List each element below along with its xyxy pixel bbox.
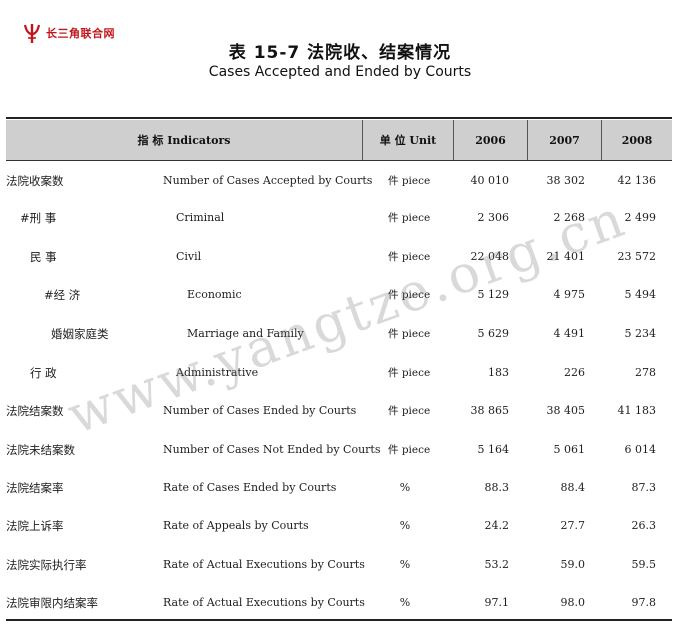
row-unit: % bbox=[399, 519, 411, 532]
row-label-en: Economic bbox=[187, 288, 242, 301]
table-row: 法院未结案数 Number of Cases Not Ended by Cour… bbox=[0, 440, 680, 460]
value-2006: 5 164 bbox=[477, 443, 510, 456]
table-title-cn: 表 15-7 法院收、结案情况 bbox=[228, 43, 452, 63]
row-unit: 件 piece bbox=[388, 444, 431, 456]
header-year-2008: 2008 bbox=[621, 133, 653, 147]
value-2006: 53.2 bbox=[484, 558, 510, 571]
row-unit: % bbox=[399, 481, 411, 494]
header-unit: 单 位 Unit bbox=[379, 134, 437, 147]
value-2006: 97.1 bbox=[484, 596, 510, 609]
row-label-en: Administrative bbox=[176, 366, 259, 379]
row-label-cn: 法院审限内结案率 bbox=[6, 596, 98, 610]
row-label-cn: #刑 事 bbox=[20, 211, 57, 225]
table-bottom-rule bbox=[6, 619, 672, 621]
table-top-rule bbox=[6, 117, 672, 119]
table-row: 法院审限内结案率 Rate of Actual Executions by Co… bbox=[0, 593, 680, 613]
value-2006: 5 629 bbox=[477, 327, 510, 340]
value-2006: 24.2 bbox=[484, 519, 510, 532]
row-label-en: Criminal bbox=[176, 211, 225, 224]
row-label-cn: 民 事 bbox=[30, 250, 57, 264]
value-2006: 88.3 bbox=[484, 481, 510, 494]
row-label-cn: #经 济 bbox=[44, 288, 81, 302]
row-label-en: Number of Cases Accepted by Courts bbox=[163, 174, 373, 187]
header-year-2006: 2006 bbox=[475, 133, 506, 147]
row-label-cn: 婚姻家庭类 bbox=[51, 327, 109, 341]
row-label-en: Civil bbox=[176, 250, 202, 263]
value-2007: 88.4 bbox=[560, 481, 586, 494]
value-2007: 226 bbox=[564, 366, 585, 379]
value-2008: 41 183 bbox=[617, 404, 657, 417]
value-2008: 5 494 bbox=[624, 288, 657, 301]
value-2007: 5 061 bbox=[553, 443, 586, 456]
row-label-en: Marriage and Family bbox=[187, 327, 304, 340]
row-label-cn: 法院实际执行率 bbox=[6, 558, 87, 572]
row-label-cn: 法院结案率 bbox=[6, 481, 64, 495]
value-2008: 97.8 bbox=[631, 596, 657, 609]
value-2007: 2 268 bbox=[553, 211, 586, 224]
row-unit: % bbox=[399, 558, 411, 571]
value-2007: 38 302 bbox=[546, 174, 586, 187]
value-2008: 278 bbox=[635, 366, 656, 379]
table-row: 法院结案率 Rate of Cases Ended by Courts % 88… bbox=[0, 478, 680, 498]
row-label-en: Number of Cases Ended by Courts bbox=[163, 404, 357, 417]
row-label-cn: 法院结案数 bbox=[6, 404, 64, 418]
value-2008: 2 499 bbox=[624, 211, 657, 224]
table-row: 民 事 Civil 件 piece 22 048 21 401 23 572 bbox=[0, 247, 680, 267]
row-label-en: Number of Cases Not Ended by Courts bbox=[163, 443, 381, 456]
row-unit: 件 piece bbox=[388, 367, 431, 379]
row-label-cn: 法院收案数 bbox=[6, 174, 64, 188]
row-label-en: Rate of Appeals by Courts bbox=[163, 519, 309, 532]
row-label-en: Rate of Actual Executions by Courts bbox=[163, 558, 365, 571]
value-2007: 4 491 bbox=[553, 327, 586, 340]
row-label-cn: 行 政 bbox=[30, 366, 57, 380]
row-label-cn: 法院上诉率 bbox=[6, 519, 64, 533]
value-2006: 183 bbox=[488, 366, 509, 379]
value-2007: 4 975 bbox=[553, 288, 586, 301]
table-header-rule bbox=[6, 160, 672, 161]
value-2007: 98.0 bbox=[560, 596, 586, 609]
value-2006: 2 306 bbox=[477, 211, 510, 224]
row-unit: 件 piece bbox=[388, 251, 431, 263]
value-2006: 22 048 bbox=[470, 250, 510, 263]
table-row: 法院上诉率 Rate of Appeals by Courts % 24.2 2… bbox=[0, 516, 680, 536]
value-2006: 38 865 bbox=[470, 404, 510, 417]
table-row: 行 政 Administrative 件 piece 183 226 278 bbox=[0, 363, 680, 383]
row-label-en: Rate of Actual Executions by Courts bbox=[163, 596, 365, 609]
header-indicators: 指 标 Indicators bbox=[137, 134, 231, 147]
value-2007: 38 405 bbox=[546, 404, 586, 417]
row-unit: 件 piece bbox=[388, 328, 431, 340]
row-unit: 件 piece bbox=[388, 405, 431, 417]
value-2008: 6 014 bbox=[624, 443, 657, 456]
row-unit: 件 piece bbox=[388, 175, 431, 187]
table-row: 法院收案数 Number of Cases Accepted by Courts… bbox=[0, 171, 680, 191]
value-2007: 21 401 bbox=[546, 250, 586, 263]
value-2006: 40 010 bbox=[470, 174, 510, 187]
value-2008: 5 234 bbox=[624, 327, 657, 340]
row-label-en: Rate of Cases Ended by Courts bbox=[163, 481, 337, 494]
value-2008: 87.3 bbox=[631, 481, 657, 494]
row-label-cn: 法院未结案数 bbox=[6, 443, 75, 457]
table-row: #经 济 Economic 件 piece 5 129 4 975 5 494 bbox=[0, 285, 680, 305]
value-2008: 42 136 bbox=[617, 174, 657, 187]
row-unit: 件 piece bbox=[388, 289, 431, 301]
value-2008: 23 572 bbox=[617, 250, 657, 263]
value-2008: 26.3 bbox=[631, 519, 657, 532]
table-row: #刑 事 Criminal 件 piece 2 306 2 268 2 499 bbox=[0, 208, 680, 228]
table-row: 法院实际执行率 Rate of Actual Executions by Cou… bbox=[0, 555, 680, 575]
value-2007: 27.7 bbox=[560, 519, 586, 532]
table-title-en: Cases Accepted and Ended by Courts bbox=[208, 64, 472, 80]
table-row: 婚姻家庭类 Marriage and Family 件 piece 5 629 … bbox=[0, 324, 680, 344]
row-unit: % bbox=[399, 596, 411, 609]
table-row: 法院结案数 Number of Cases Ended by Courts 件 … bbox=[0, 401, 680, 421]
header-year-2007: 2007 bbox=[549, 133, 580, 147]
value-2007: 59.0 bbox=[560, 558, 586, 571]
value-2008: 59.5 bbox=[631, 558, 657, 571]
value-2006: 5 129 bbox=[477, 288, 510, 301]
row-unit: 件 piece bbox=[388, 212, 431, 224]
